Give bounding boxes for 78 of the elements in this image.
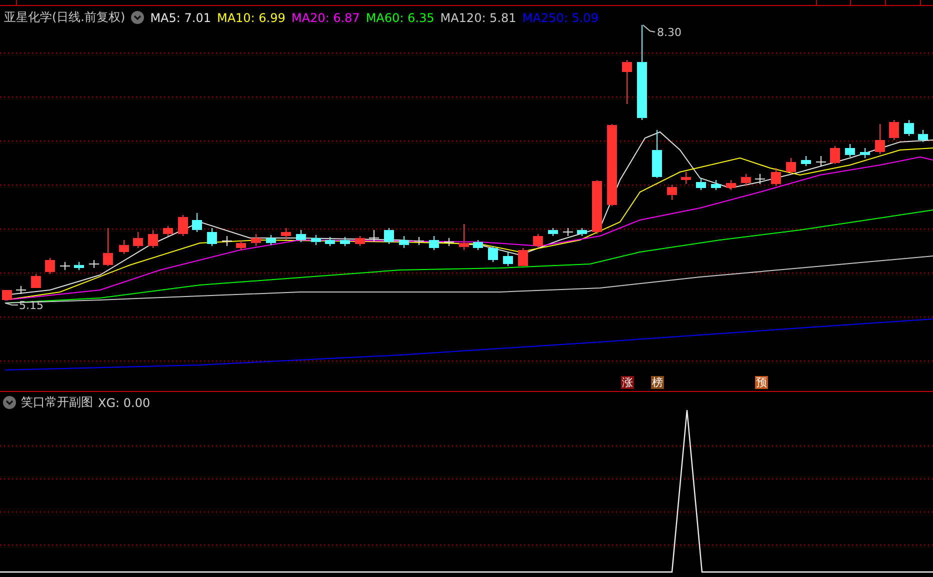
candlestick <box>399 236 409 248</box>
candlestick <box>548 228 558 236</box>
candlestick <box>133 232 143 248</box>
candlestick <box>696 178 706 190</box>
candlestick <box>163 226 173 236</box>
candlestick <box>340 236 350 246</box>
candlestick <box>355 236 365 246</box>
candlestick <box>711 180 721 190</box>
ma-reading: MA60: 6.35 <box>366 10 434 24</box>
ma-reading: MA250: 5.09 <box>522 10 598 24</box>
candlestick <box>918 130 928 142</box>
ma-reading: MA5: 7.01 <box>150 10 211 24</box>
candlestick <box>488 246 498 262</box>
candlestick <box>533 234 543 248</box>
ma-reading: MA20: 6.87 <box>291 10 360 24</box>
dropdown-icon[interactable] <box>131 11 144 24</box>
candlestick <box>45 258 55 274</box>
candlestick <box>816 156 826 166</box>
candlestick <box>771 168 781 186</box>
candlestick <box>368 230 380 242</box>
candlestick <box>384 228 394 244</box>
candlestick <box>830 146 840 164</box>
candlestick <box>281 228 291 240</box>
dropdown-icon[interactable] <box>3 396 16 409</box>
candlestick <box>754 174 766 184</box>
candlestick <box>667 184 677 200</box>
candlestick <box>652 130 662 178</box>
candlestick <box>459 224 469 250</box>
candlestick <box>681 172 691 184</box>
leader-line <box>4 302 18 306</box>
candlestick <box>577 228 587 236</box>
candlestick <box>266 234 276 246</box>
candlestick <box>74 262 84 270</box>
candlestick <box>414 236 424 246</box>
candlestick <box>296 230 306 242</box>
event-marker[interactable]: 预 <box>755 376 768 389</box>
candlestick <box>845 144 855 158</box>
chart-title: 亚星化学(日线.前复权) <box>4 9 126 26</box>
candlestick <box>119 240 129 254</box>
candlestick <box>207 228 217 246</box>
indicator-title: 笑口常开副图 <box>21 394 93 411</box>
event-marker[interactable]: 榜 <box>651 376 664 389</box>
candlestick <box>503 252 513 266</box>
candlestick <box>325 236 335 246</box>
high-price-label: 8.30 <box>657 26 682 39</box>
candlestick <box>222 236 232 246</box>
candlestick <box>103 228 113 266</box>
candlestick <box>2 290 12 300</box>
candlestick <box>444 238 454 246</box>
candlestick <box>60 262 70 270</box>
candlestick <box>741 174 751 186</box>
candlestick <box>148 230 158 248</box>
candlestick <box>889 120 899 140</box>
candlestick <box>726 180 736 190</box>
candlestick <box>518 248 528 266</box>
candlestick <box>31 274 41 288</box>
candlestick <box>311 234 321 246</box>
candlestick <box>562 228 574 236</box>
leader-line <box>642 24 656 32</box>
candlestick <box>88 260 100 268</box>
candlestick <box>192 212 202 232</box>
ma-reading: MA10: 6.99 <box>216 10 286 24</box>
candlestick <box>236 240 246 250</box>
indicator-reading: XG: 0.00 <box>98 396 150 410</box>
candlestick <box>904 120 914 136</box>
candlestick <box>429 236 439 250</box>
candlestick <box>16 286 26 294</box>
candlestick <box>251 234 261 246</box>
ma-reading: MA120: 5.81 <box>440 10 516 24</box>
candlestick <box>875 124 885 154</box>
candlestick <box>592 180 602 234</box>
candlestick <box>860 148 870 158</box>
candlestick <box>473 240 483 250</box>
candlestick <box>178 214 188 236</box>
event-marker[interactable]: 涨 <box>621 376 634 389</box>
candlestick <box>801 156 811 166</box>
candlestick <box>622 60 632 104</box>
candlestick <box>786 158 796 174</box>
